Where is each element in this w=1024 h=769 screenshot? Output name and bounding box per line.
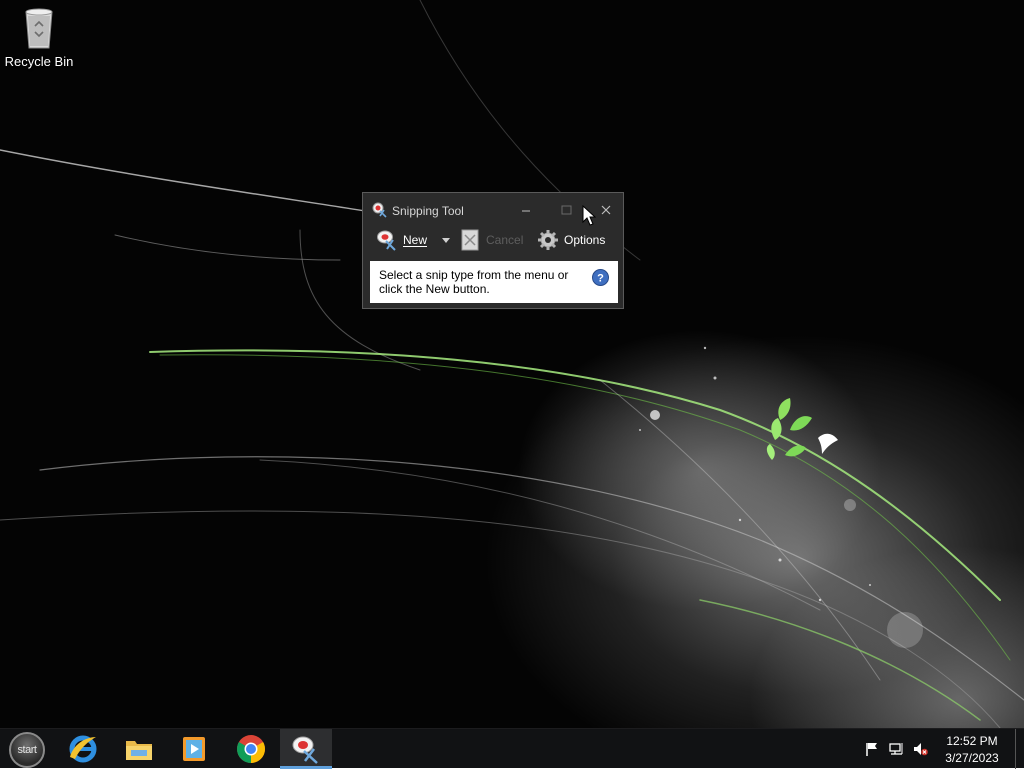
toolbar: New Cancel Options bbox=[363, 226, 623, 254]
taskbar-app-file-explorer[interactable] bbox=[113, 729, 165, 769]
start-label: start bbox=[17, 744, 37, 756]
recycle-bin-label: Recycle Bin bbox=[4, 54, 74, 69]
chevron-down-icon[interactable] bbox=[441, 236, 451, 244]
options-label: Options bbox=[564, 233, 606, 247]
taskbar-app-snipping-tool[interactable] bbox=[280, 729, 332, 769]
new-snip-button[interactable]: New bbox=[376, 228, 427, 252]
start-button[interactable]: start bbox=[9, 732, 45, 768]
recycle-bin-desktop-icon[interactable]: Recycle Bin bbox=[2, 6, 76, 69]
show-desktop-button[interactable] bbox=[1015, 729, 1016, 769]
media-player-icon bbox=[183, 737, 205, 761]
info-panel: Select a snip type from the menu or clic… bbox=[370, 261, 618, 303]
minimize-button[interactable] bbox=[516, 200, 536, 220]
taskbar-app-media-player[interactable] bbox=[168, 729, 220, 769]
network-icon[interactable] bbox=[888, 741, 904, 757]
instruction-text: Select a snip type from the menu or clic… bbox=[379, 268, 569, 296]
snipping-tool-icon bbox=[372, 202, 387, 218]
chrome-icon bbox=[237, 735, 265, 763]
internet-explorer-icon bbox=[69, 735, 97, 763]
cancel-label: Cancel bbox=[486, 233, 524, 247]
action-center-flag-icon[interactable] bbox=[864, 741, 880, 757]
new-snip-icon bbox=[377, 230, 396, 251]
help-icon[interactable]: ? bbox=[592, 269, 609, 286]
maximize-button[interactable] bbox=[556, 200, 576, 220]
gear-icon bbox=[538, 230, 558, 250]
leaves-art bbox=[766, 398, 838, 460]
recycle-bin-icon bbox=[25, 8, 53, 49]
close-button[interactable] bbox=[596, 200, 616, 220]
clock-date: 3/27/2023 bbox=[945, 751, 999, 765]
cancel-button[interactable]: Cancel bbox=[459, 228, 523, 252]
desktop: Recycle Bin Snipping Tool New Cancel Opt… bbox=[0, 0, 1024, 728]
clock-time: 12:52 PM bbox=[946, 734, 998, 748]
wallpaper-art bbox=[0, 0, 1024, 728]
cancel-icon bbox=[461, 229, 479, 251]
new-snip-label: New bbox=[403, 233, 428, 247]
system-clock[interactable]: 12:52 PM 3/27/2023 bbox=[938, 734, 1006, 765]
window-title: Snipping Tool bbox=[392, 204, 464, 218]
snipping-tool-taskbar-icon bbox=[292, 736, 318, 764]
svg-text:?: ? bbox=[597, 273, 604, 285]
mouse-cursor-icon bbox=[582, 205, 596, 226]
file-explorer-icon bbox=[126, 741, 152, 760]
volume-muted-icon[interactable] bbox=[912, 741, 928, 757]
options-button[interactable]: Options bbox=[537, 228, 605, 252]
taskbar-app-internet-explorer[interactable] bbox=[57, 729, 109, 769]
taskbar-app-chrome[interactable] bbox=[225, 729, 277, 769]
taskbar: start 12:52 PM 3/27/2023 bbox=[0, 728, 1024, 769]
